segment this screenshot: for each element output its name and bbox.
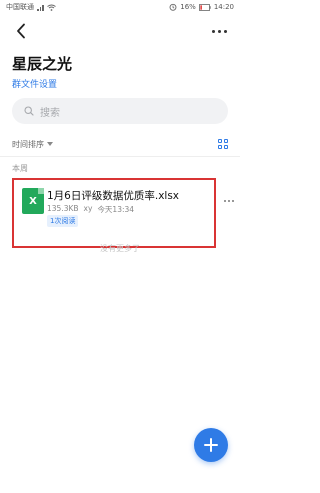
excel-file-icon: X (22, 188, 44, 214)
top-nav (0, 18, 240, 44)
sort-dropdown[interactable]: 时间排序 (12, 139, 53, 150)
caret-down-icon (47, 142, 53, 146)
search-placeholder: 搜索 (40, 107, 60, 119)
file-time: 今天13:34 (97, 205, 135, 214)
file-list-item[interactable]: X 1月6日评级数据优质率.xlsx 135.3KB xy 今天13:34 1次… (12, 178, 216, 248)
divider (0, 156, 240, 157)
status-left: 中国联通 (6, 2, 56, 12)
status-bar: 中国联通 16% 14:20 (0, 0, 240, 14)
sort-label: 时间排序 (12, 139, 44, 149)
file-size: 135.3KB (47, 204, 79, 213)
battery-percent: 16% (180, 3, 196, 11)
carrier-label: 中国联通 (6, 3, 34, 11)
sort-row: 时间排序 (12, 137, 228, 151)
read-count-badge: 1次阅读 (47, 215, 79, 227)
section-label-this-week: 本周 (12, 164, 28, 173)
more-horizontal-icon (211, 29, 227, 33)
signal-icon (37, 4, 44, 11)
search-icon (24, 106, 34, 116)
file-name: 1月6日评级数据优质率.xlsx (47, 190, 180, 202)
search-input[interactable]: 搜索 (12, 98, 228, 124)
page-title: 星辰之光 (12, 55, 73, 73)
status-right: 16% 14:20 (169, 3, 234, 11)
file-more-button[interactable] (224, 200, 234, 202)
chevron-left-icon (17, 23, 25, 39)
no-more-note: 没有更多了 (100, 244, 140, 253)
wifi-icon (46, 4, 56, 11)
alarm-icon (169, 3, 177, 11)
add-file-button[interactable] (194, 428, 228, 462)
group-file-settings-link[interactable]: 群文件设置 (12, 77, 57, 90)
back-button[interactable] (10, 20, 32, 42)
file-owner: xy (83, 204, 93, 213)
more-button[interactable] (208, 24, 230, 38)
battery-icon (198, 3, 211, 11)
clock: 14:20 (213, 3, 234, 11)
file-meta: 135.3KB xy 今天13:34 (47, 204, 134, 215)
plus-icon (204, 438, 218, 452)
grid-view-icon[interactable] (218, 139, 228, 149)
